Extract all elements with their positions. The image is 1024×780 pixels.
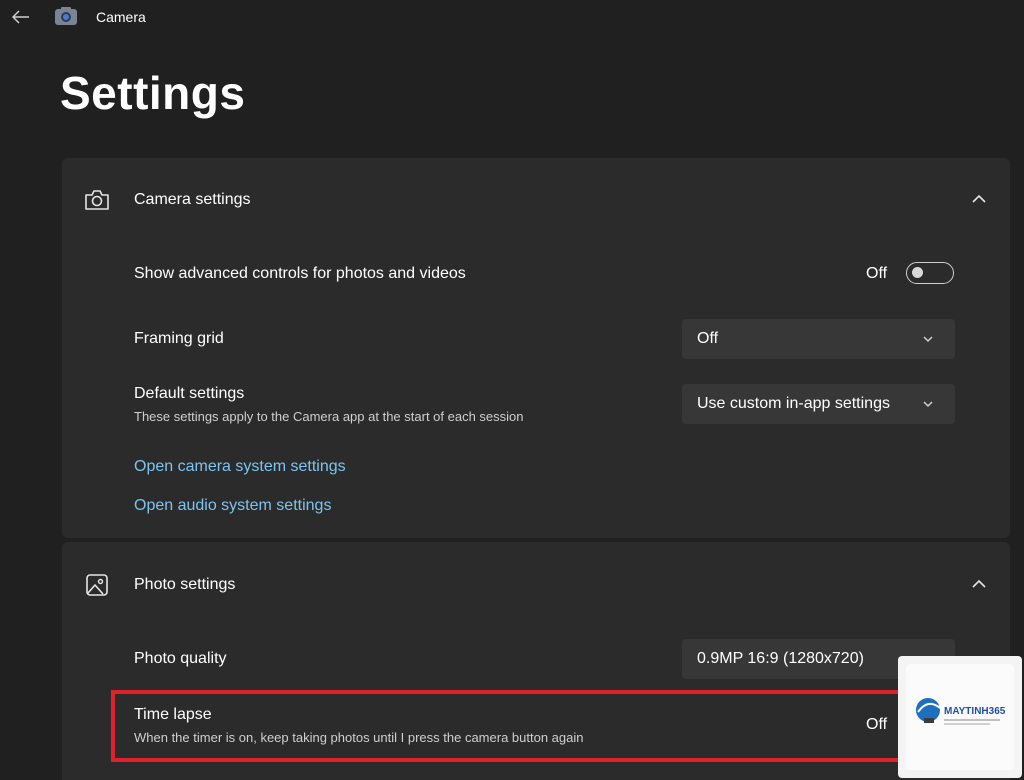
highlight-box [111, 690, 909, 762]
photo-quality-label: Photo quality [134, 650, 227, 667]
next-row [62, 759, 1010, 780]
open-camera-system-settings-link[interactable]: Open camera system settings [134, 458, 346, 476]
back-button[interactable] [8, 4, 34, 30]
photo-quality-value: 0.9MP 16:9 (1280x720) [697, 650, 864, 667]
photo-settings-header[interactable]: Photo settings [62, 542, 1010, 626]
camera-icon [85, 190, 109, 210]
camera-settings-header[interactable]: Camera settings [62, 158, 1010, 240]
photo-settings-title: Photo settings [134, 576, 236, 593]
default-settings-value: Use custom in-app settings [697, 395, 890, 412]
default-settings-label: Default settings [134, 385, 245, 402]
framing-grid-value: Off [697, 330, 719, 347]
advanced-controls-row: Show advanced controls for photos and vi… [62, 242, 1010, 305]
camera-app-icon [55, 7, 77, 25]
photo-icon [86, 574, 108, 596]
framing-grid-label: Framing grid [134, 330, 224, 347]
chevron-down-icon [923, 336, 933, 343]
advanced-controls-label: Show advanced controls for photos and vi… [134, 265, 466, 282]
advanced-controls-toggle[interactable] [906, 262, 954, 284]
default-settings-description: These settings apply to the Camera app a… [134, 409, 524, 424]
back-arrow-icon [12, 10, 29, 24]
framing-grid-row: Framing grid Off [62, 307, 1010, 370]
framing-grid-dropdown[interactable]: Off [682, 319, 955, 359]
title-bar: Camera [0, 0, 1024, 34]
advanced-controls-state: Off [866, 265, 888, 282]
default-settings-row: Default settings These settings apply to… [62, 372, 1010, 435]
open-audio-system-settings-link[interactable]: Open audio system settings [134, 497, 331, 515]
page-title: Settings [60, 67, 246, 119]
chevron-down-icon [923, 401, 933, 408]
camera-settings-card: Camera settings Show advanced controls f… [62, 158, 1010, 538]
photo-quality-row: Photo quality 0.9MP 16:9 (1280x720) [62, 628, 1010, 689]
chevron-up-icon[interactable] [970, 575, 988, 593]
watermark-logo: MAYTINH365 [898, 656, 1022, 778]
brand-logo-icon: MAYTINH365 [916, 698, 1006, 725]
default-settings-dropdown[interactable]: Use custom in-app settings [682, 384, 955, 424]
app-title: Camera [96, 9, 146, 25]
camera-settings-title: Camera settings [134, 191, 251, 208]
chevron-up-icon[interactable] [970, 190, 988, 208]
toggle-knob [912, 267, 923, 278]
svg-text:MAYTINH365: MAYTINH365 [944, 706, 1006, 717]
watermark-inner: MAYTINH365 [906, 664, 1014, 770]
system-links-row: Open camera system settings Open audio s… [62, 437, 1010, 538]
